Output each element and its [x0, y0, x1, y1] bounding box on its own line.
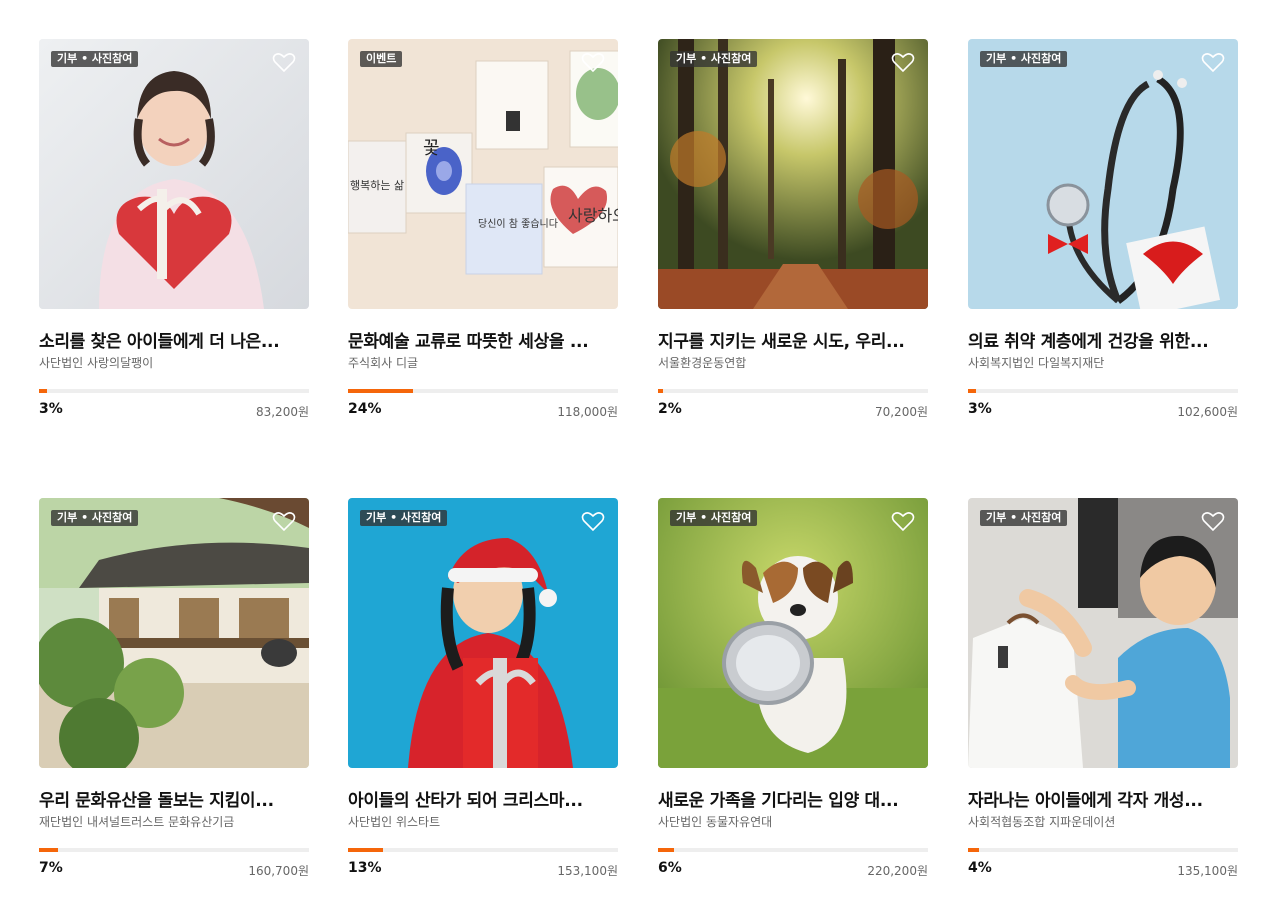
campaign-image[interactable]: 기부 • 사진참여 [39, 39, 309, 309]
raised-amount: 102,600원 [1177, 405, 1238, 419]
progress-percent: 4% [968, 860, 992, 876]
raised-amount: 153,100원 [557, 864, 618, 878]
dog-with-bowl-image [658, 498, 928, 768]
progress-bar-fill [39, 848, 58, 852]
campaign-title[interactable]: 새로운 가족을 기다리는 입양 대... [658, 786, 928, 811]
girl-holding-heart-box-image [39, 39, 309, 309]
campaign-image[interactable]: 기부 • 사진참여 [348, 498, 618, 768]
raised-amount: 83,200원 [255, 405, 309, 419]
campaign-title[interactable]: 의료 취약 계층에게 건강을 위한... [968, 327, 1238, 352]
progress-bar [968, 848, 1238, 852]
campaign-image[interactable]: 기부 • 사진참여 [39, 498, 309, 768]
progress-bar-fill [39, 389, 48, 393]
heart-icon[interactable] [581, 51, 605, 73]
autumn-forest-path-image [658, 39, 928, 309]
progress-percent: 3% [968, 401, 992, 417]
progress-bar [39, 389, 309, 393]
calligraphy-canvases-image: 사랑하오 당신이 참 좋습니다 행복하는 삶 꽃 [348, 39, 618, 309]
campaign-image[interactable]: 기부 • 사진참여 [658, 498, 928, 768]
progress-percent: 7% [39, 860, 63, 876]
heart-icon[interactable] [1201, 51, 1225, 73]
campaign-title[interactable]: 아이들의 산타가 되어 크리스마... [348, 786, 618, 811]
raised-amount: 160,700원 [248, 864, 309, 878]
progress-bar [658, 389, 928, 393]
canvas-text-life: 행복하는 삶 [350, 178, 404, 192]
organization-name: 사단법인 동물자유연대 [658, 815, 773, 829]
campaign-title[interactable]: 지구를 지키는 새로운 시도, 우리... [658, 327, 928, 352]
progress-percent: 3% [39, 401, 63, 417]
progress-bar-fill [658, 389, 664, 393]
progress-bar-fill [348, 848, 384, 852]
heart-icon[interactable] [581, 510, 605, 532]
category-tag: 기부 • 사진참여 [980, 510, 1068, 526]
campaign-image[interactable]: 기부 • 사진참여 [658, 39, 928, 309]
heart-icon[interactable] [891, 51, 915, 73]
progress-bar-fill [968, 848, 979, 852]
hanok-house-image [39, 498, 309, 768]
category-tag: 이벤트 [360, 51, 403, 67]
organization-name: 사단법인 사랑의달팽이 [39, 356, 154, 370]
campaign-title[interactable]: 소리를 찾은 아이들에게 더 나은... [39, 327, 309, 352]
progress-bar [658, 848, 928, 852]
category-tag: 기부 • 사진참여 [980, 51, 1068, 67]
heart-icon[interactable] [272, 510, 296, 532]
category-tag: 기부 • 사진참여 [670, 51, 758, 67]
category-tag: 기부 • 사진참여 [360, 510, 448, 526]
girl-santa-gift-image [348, 498, 618, 768]
organization-name: 사단법인 위스타트 [348, 815, 441, 829]
raised-amount: 118,000원 [557, 405, 618, 419]
heart-icon[interactable] [1201, 510, 1225, 532]
progress-bar [39, 848, 309, 852]
canvas-text-you: 당신이 참 좋습니다 [478, 218, 558, 230]
progress-percent: 6% [658, 860, 682, 876]
organization-name: 사회복지법인 다일복지재단 [968, 356, 1105, 370]
stethoscope-gift-image [968, 39, 1238, 309]
boy-choosing-clothes-image [968, 498, 1238, 768]
heart-icon[interactable] [891, 510, 915, 532]
raised-amount: 70,200원 [874, 405, 928, 419]
canvas-text-love: 사랑하오 [568, 206, 618, 225]
campaign-image[interactable]: 기부 • 사진참여 [968, 498, 1238, 768]
progress-percent: 24% [348, 401, 382, 417]
category-tag: 기부 • 사진참여 [51, 51, 139, 67]
progress-bar [348, 848, 618, 852]
campaign-title[interactable]: 문화예술 교류로 따뜻한 세상을 ... [348, 327, 618, 352]
campaign-image[interactable]: 기부 • 사진참여 [968, 39, 1238, 309]
canvas-text-flower: 꽃 [423, 138, 440, 159]
progress-percent: 2% [658, 401, 682, 417]
category-tag: 기부 • 사진참여 [51, 510, 139, 526]
progress-bar-fill [968, 389, 977, 393]
category-tag: 기부 • 사진참여 [670, 510, 758, 526]
campaign-title[interactable]: 우리 문화유산을 돌보는 지킴이... [39, 786, 309, 811]
organization-name: 재단법인 내셔널트러스트 문화유산기금 [39, 815, 235, 829]
campaign-title[interactable]: 자라나는 아이들에게 각자 개성... [968, 786, 1238, 811]
raised-amount: 220,200원 [867, 864, 928, 878]
progress-percent: 13% [348, 860, 382, 876]
progress-bar-fill [348, 389, 413, 393]
raised-amount: 135,100원 [1177, 864, 1238, 878]
organization-name: 주식회사 디글 [348, 356, 419, 370]
campaign-image[interactable]: 사랑하오 당신이 참 좋습니다 행복하는 삶 꽃 이벤트 [348, 39, 618, 309]
progress-bar [968, 389, 1238, 393]
heart-icon[interactable] [272, 51, 296, 73]
progress-bar-fill [658, 848, 675, 852]
organization-name: 서울환경운동연합 [658, 356, 747, 370]
organization-name: 사회적협동조합 지파운데이션 [968, 815, 1116, 829]
progress-bar [348, 389, 618, 393]
